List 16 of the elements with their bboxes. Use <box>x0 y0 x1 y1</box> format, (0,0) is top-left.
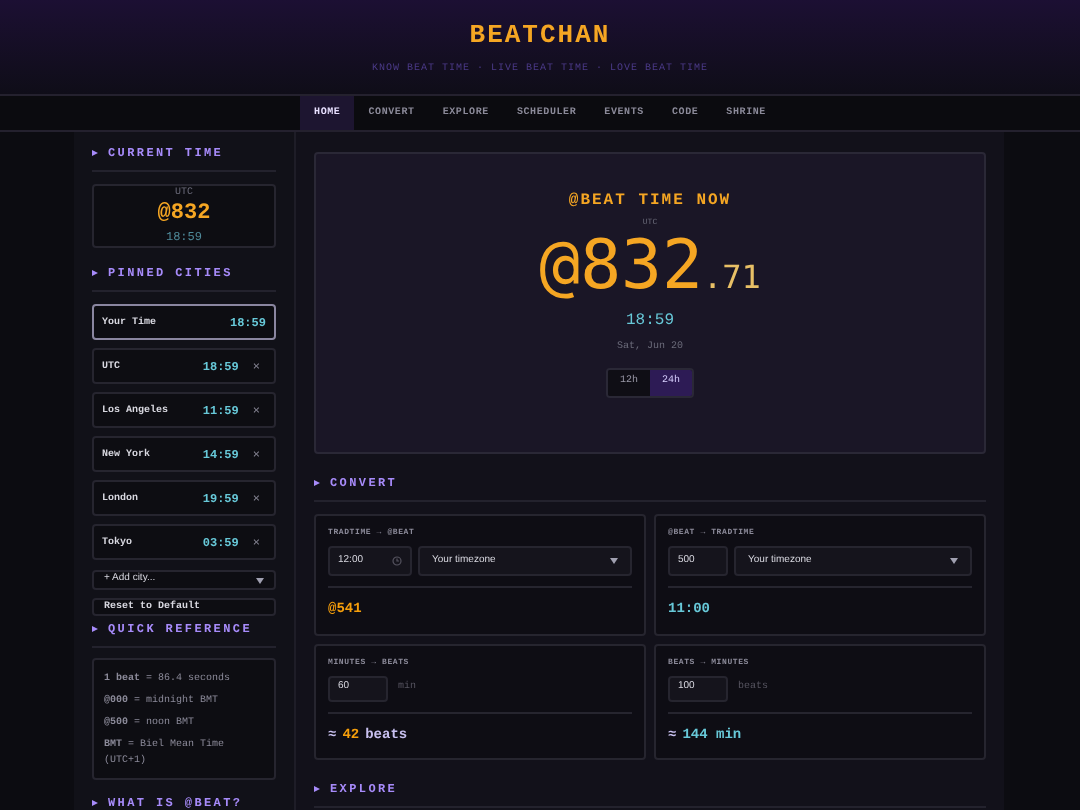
triangle-icon <box>92 626 98 633</box>
triangle-icon <box>314 786 320 792</box>
clock-icon <box>392 556 402 566</box>
clock-time: 18:59 <box>625 310 674 334</box>
triangle-icon <box>314 480 320 486</box>
triangle-icon <box>92 800 98 807</box>
caret-icon <box>610 558 618 564</box>
hero-title: @BEAT TIME NOW <box>568 190 732 214</box>
beat-fraction: .71 <box>702 256 761 300</box>
caret-icon <box>256 577 264 583</box>
beat-time: @832 <box>157 201 211 229</box>
triangle-icon <box>92 270 98 277</box>
beat-number: @832 <box>539 230 703 302</box>
triangle-icon <box>92 150 98 156</box>
site-title: BEATCHAN <box>469 21 611 47</box>
caret-icon <box>950 558 958 564</box>
